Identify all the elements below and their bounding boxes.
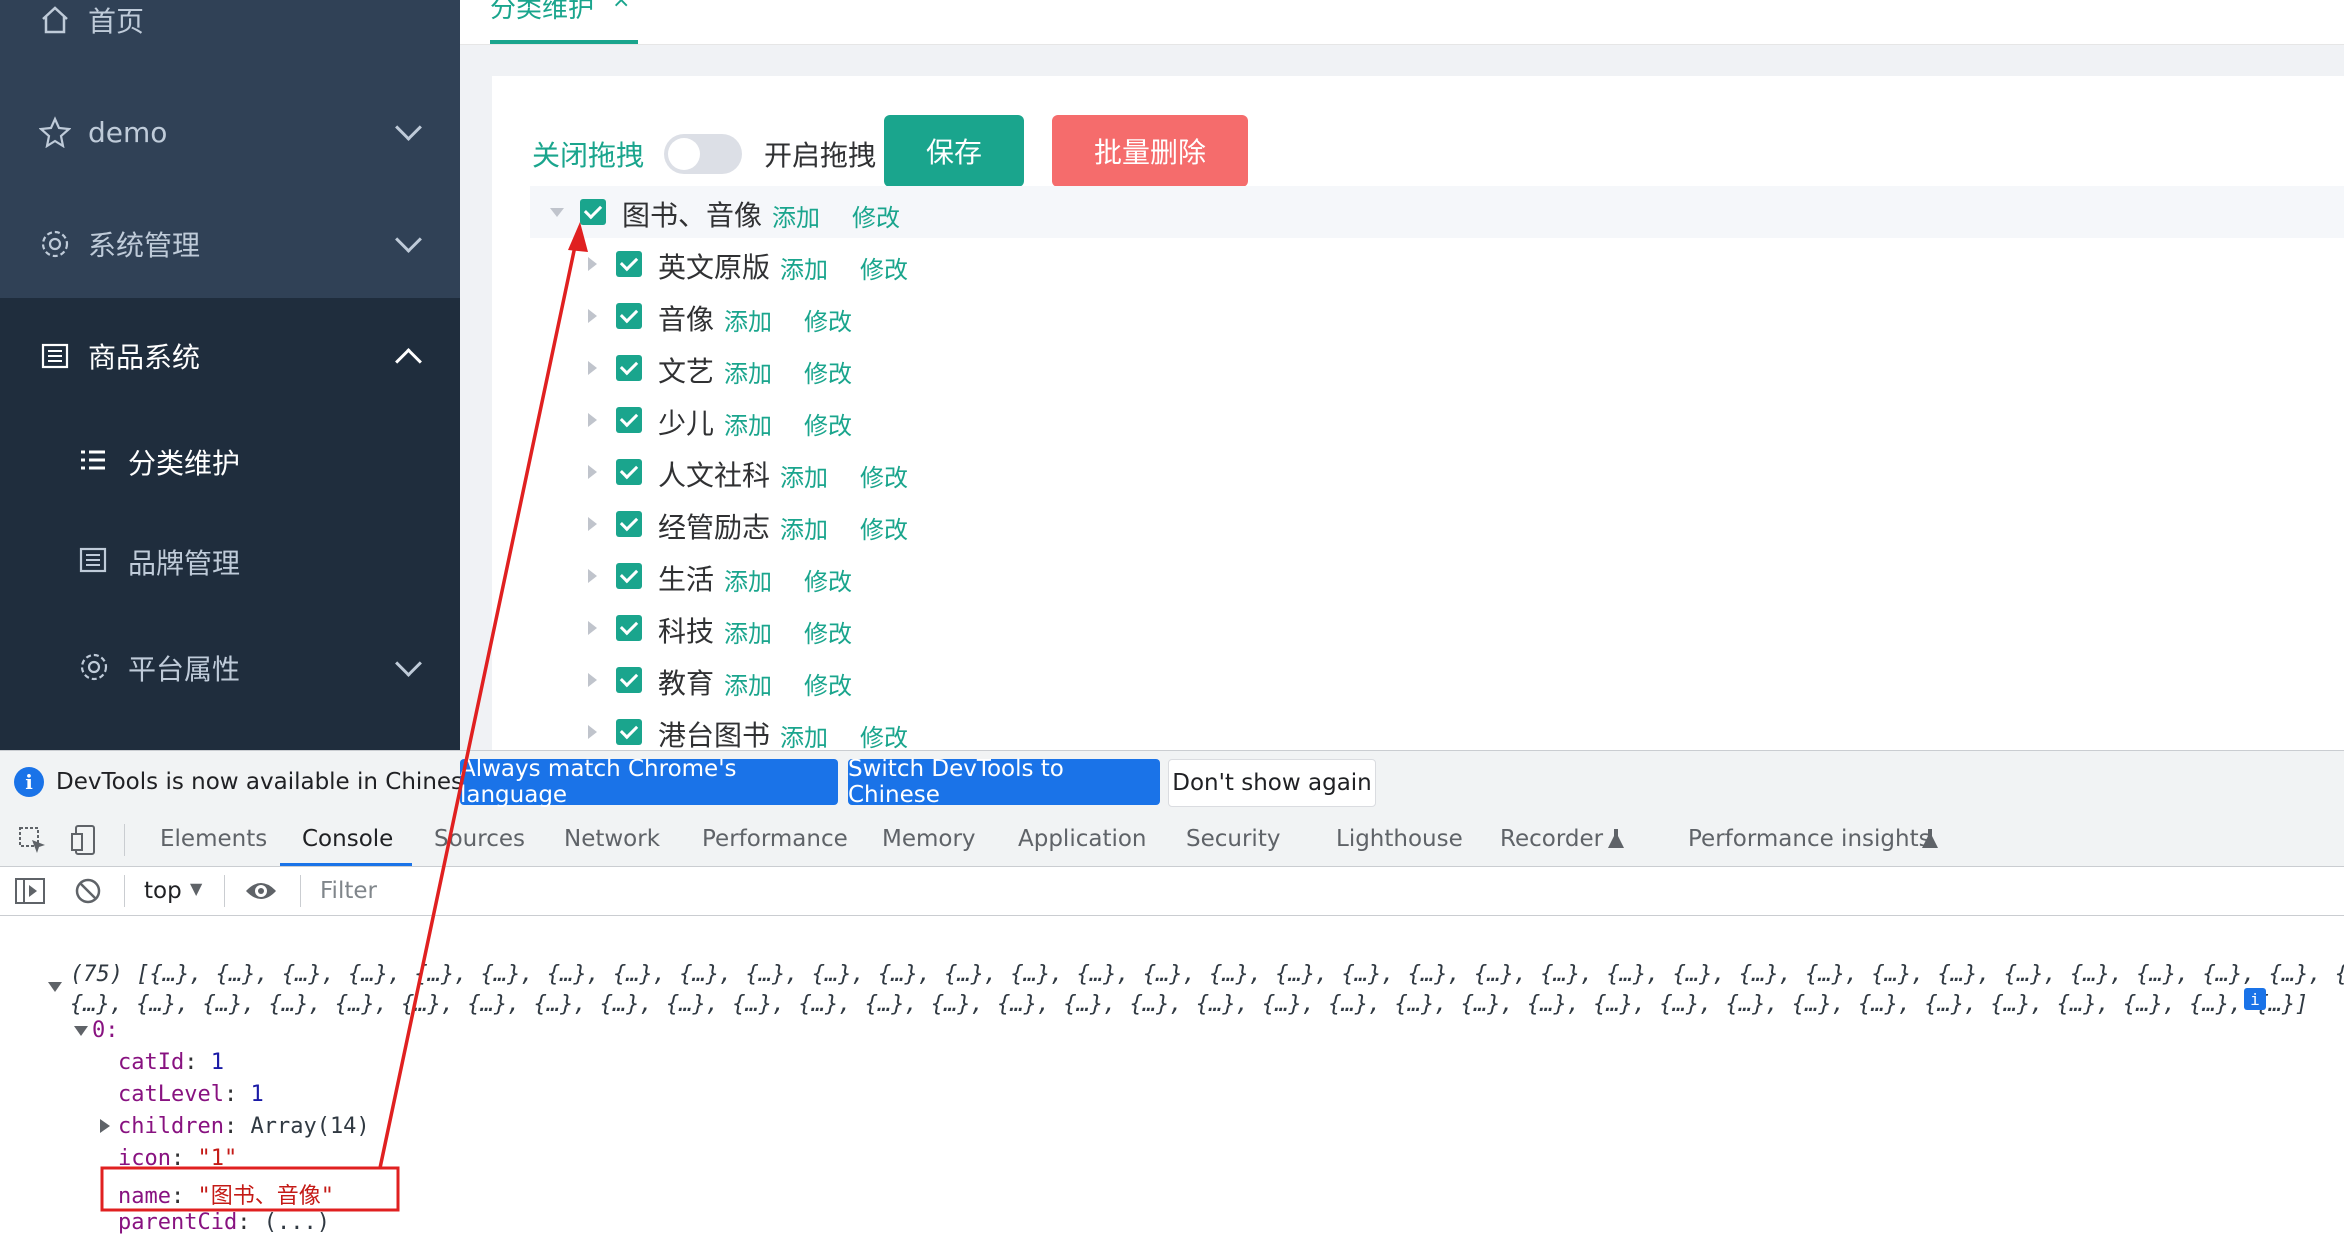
annotation-arrowhead bbox=[568, 222, 588, 252]
annotation-box bbox=[100, 1166, 400, 1212]
annotation-overlay bbox=[100, 222, 588, 1212]
annotation-arrow bbox=[378, 231, 580, 1169]
